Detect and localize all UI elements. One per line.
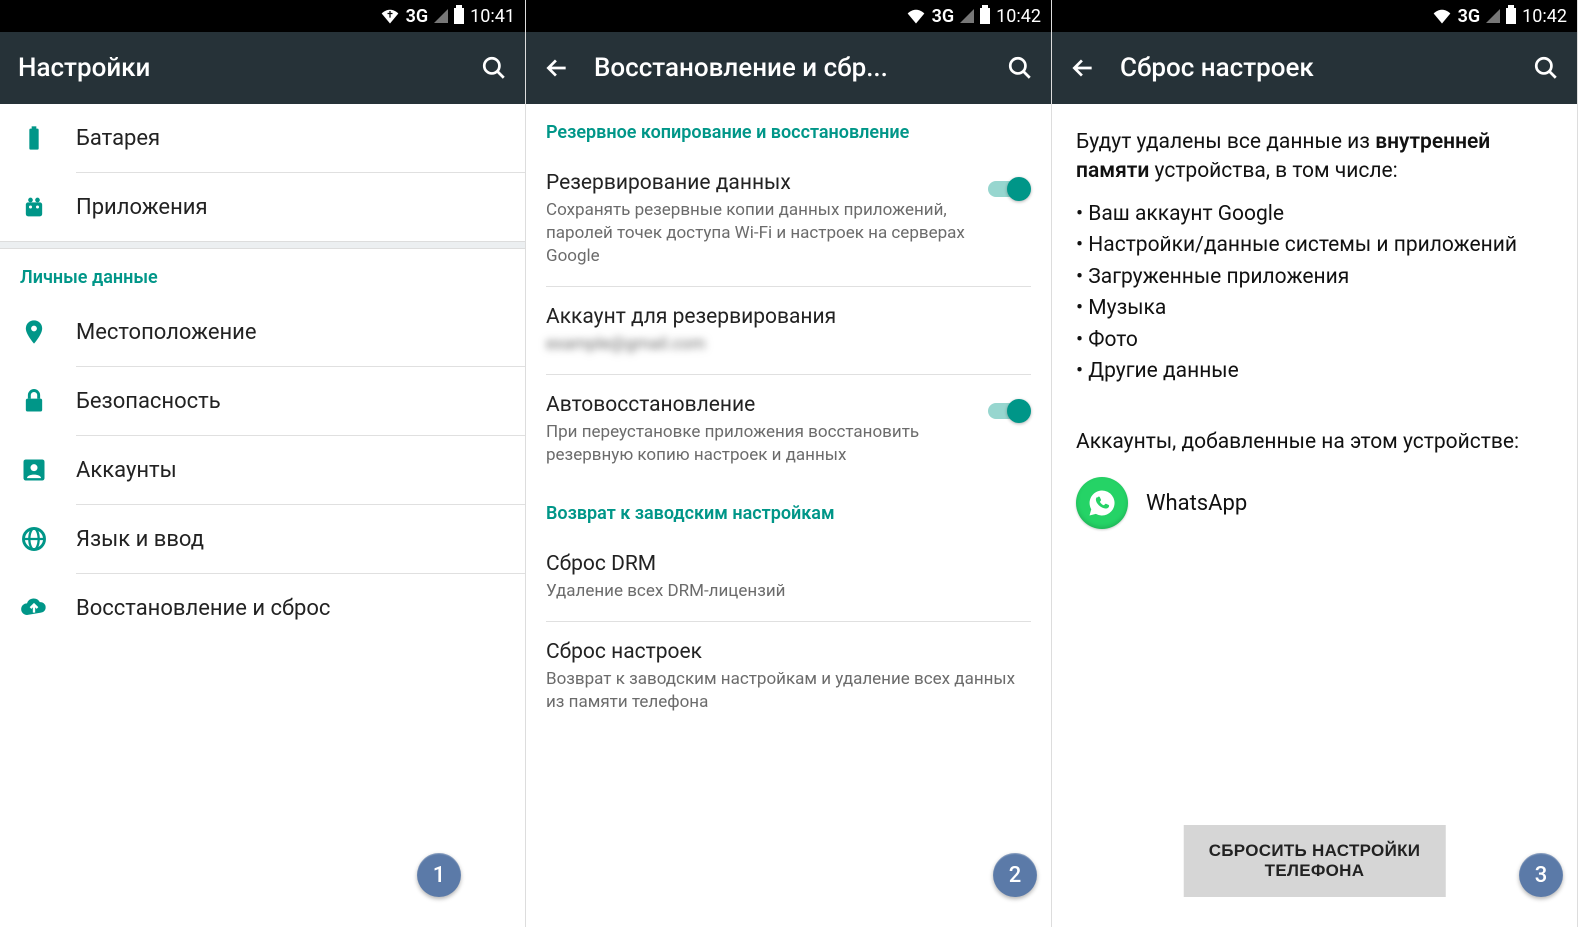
pref-title: Сброс DRM (546, 552, 1031, 576)
settings-label: Приложения (76, 195, 208, 220)
pref-title: Аккаунт для резервирования (546, 305, 1031, 329)
bullet-item: Другие данные (1076, 356, 1553, 388)
network-label: 3G (932, 6, 955, 27)
screen-settings: 3G 10:41 Настройки Батарея Приложения Ли… (0, 0, 526, 927)
statusbar: 3G 10:42 (526, 0, 1051, 32)
cloud-upload-icon (20, 594, 48, 622)
pref-sub: При переустановке приложения восстановит… (546, 421, 969, 467)
bullet-item: Фото (1076, 325, 1553, 357)
cell-signal-icon (960, 9, 974, 23)
settings-list: Батарея Приложения Личные данные Местопо… (0, 104, 525, 927)
pref-autorestore[interactable]: Автовосстановление При переустановке при… (526, 375, 1051, 485)
pref-sub: Возврат к заводским настройкам и удалени… (546, 668, 1031, 714)
battery-icon (980, 8, 990, 24)
bullet-item: Музыка (1076, 293, 1553, 325)
lock-icon (20, 387, 48, 415)
network-label: 3G (406, 6, 429, 27)
pref-sub: Удаление всех DRM-лицензий (546, 580, 1031, 603)
statusbar: 3G 10:41 (0, 0, 525, 32)
appbar: Восстановление и сбр... (526, 32, 1051, 104)
pref-sub: example@gmail.com (546, 333, 1031, 356)
settings-item-language[interactable]: Язык и ввод (0, 505, 525, 573)
toggle-backup-data[interactable] (985, 177, 1031, 201)
pref-title: Сброс настроек (546, 640, 1031, 664)
cell-signal-icon (1486, 9, 1500, 23)
section-factory: Возврат к заводским настройкам (526, 485, 1051, 534)
screen-backup-reset: 3G 10:42 Восстановление и сбр... Резервн… (526, 0, 1052, 927)
reset-info: Будут удалены все данные из внутренней п… (1052, 104, 1577, 927)
settings-item-battery[interactable]: Батарея (0, 104, 525, 172)
page-title: Сброс настроек (1120, 53, 1509, 83)
settings-item-apps[interactable]: Приложения (0, 173, 525, 241)
battery-icon (454, 8, 464, 24)
battery-icon (20, 124, 48, 152)
settings-item-backup-reset[interactable]: Восстановление и сброс (0, 574, 525, 642)
pref-backup-account[interactable]: Аккаунт для резервирования example@gmail… (526, 287, 1051, 374)
reset-intro: Будут удалены все данные из внутренней п… (1052, 104, 1577, 195)
globe-icon (20, 525, 48, 553)
battery-icon (1506, 8, 1516, 24)
backup-reset-list: Резервное копирование и восстановление Р… (526, 104, 1051, 927)
pref-factory-reset[interactable]: Сброс настроек Возврат к заводским настр… (526, 622, 1051, 732)
settings-label: Безопасность (76, 389, 221, 414)
clock-label: 10:42 (1522, 6, 1567, 27)
pref-drm-reset[interactable]: Сброс DRM Удаление всех DRM-лицензий (526, 534, 1051, 621)
section-divider (0, 241, 525, 249)
reset-phone-button[interactable]: СБРОСИТЬ НАСТРОЙКИ ТЕЛЕФОНА (1183, 825, 1446, 897)
account-icon (20, 456, 48, 484)
apps-icon (20, 193, 48, 221)
network-label: 3G (1458, 6, 1481, 27)
settings-label: Батарея (76, 126, 160, 151)
section-header-personal: Личные данные (0, 249, 525, 298)
settings-label: Местоположение (76, 320, 257, 345)
wifi-icon (1432, 8, 1452, 24)
screen-factory-reset: 3G 10:42 Сброс настроек Будут удалены вс… (1052, 0, 1578, 927)
pref-title: Автовосстановление (546, 393, 969, 417)
appbar: Сброс настроек (1052, 32, 1577, 104)
step-badge-3: 3 (1519, 853, 1563, 897)
bullet-item: Настройки/данные системы и приложений (1076, 230, 1553, 262)
toggle-autorestore[interactable] (985, 399, 1031, 423)
back-icon[interactable] (1070, 55, 1096, 81)
statusbar: 3G 10:42 (1052, 0, 1577, 32)
settings-item-security[interactable]: Безопасность (0, 367, 525, 435)
account-name: WhatsApp (1146, 491, 1247, 516)
bullet-item: Ваш аккаунт Google (1076, 199, 1553, 231)
step-badge-1: 1 (417, 853, 461, 897)
step-badge-2: 2 (993, 853, 1037, 897)
location-icon (20, 318, 48, 346)
clock-label: 10:42 (996, 6, 1041, 27)
page-title: Настройки (18, 53, 457, 83)
appbar: Настройки (0, 32, 525, 104)
wifi-icon (380, 8, 400, 24)
pref-backup-data[interactable]: Резервирование данных Сохранять резервны… (526, 153, 1051, 286)
wifi-icon (906, 8, 926, 24)
settings-item-accounts[interactable]: Аккаунты (0, 436, 525, 504)
whatsapp-icon (1076, 477, 1128, 529)
settings-label: Аккаунты (76, 458, 177, 483)
settings-item-location[interactable]: Местоположение (0, 298, 525, 366)
bullet-item: Загруженные приложения (1076, 262, 1553, 294)
settings-label: Язык и ввод (76, 527, 204, 552)
cell-signal-icon (434, 9, 448, 23)
search-icon[interactable] (1007, 55, 1033, 81)
accounts-label: Аккаунты, добавленные на этом устройстве… (1052, 392, 1577, 469)
page-title: Восстановление и сбр... (594, 53, 983, 83)
account-row-whatsapp[interactable]: WhatsApp (1052, 469, 1577, 537)
settings-label: Восстановление и сброс (76, 596, 330, 621)
pref-title: Резервирование данных (546, 171, 969, 195)
search-icon[interactable] (1533, 55, 1559, 81)
pref-sub: Сохранять резервные копии данных приложе… (546, 199, 969, 268)
back-icon[interactable] (544, 55, 570, 81)
clock-label: 10:41 (470, 6, 515, 27)
search-icon[interactable] (481, 55, 507, 81)
reset-bullet-list: Ваш аккаунт Google Настройки/данные сист… (1052, 195, 1577, 392)
section-backup: Резервное копирование и восстановление (526, 104, 1051, 153)
